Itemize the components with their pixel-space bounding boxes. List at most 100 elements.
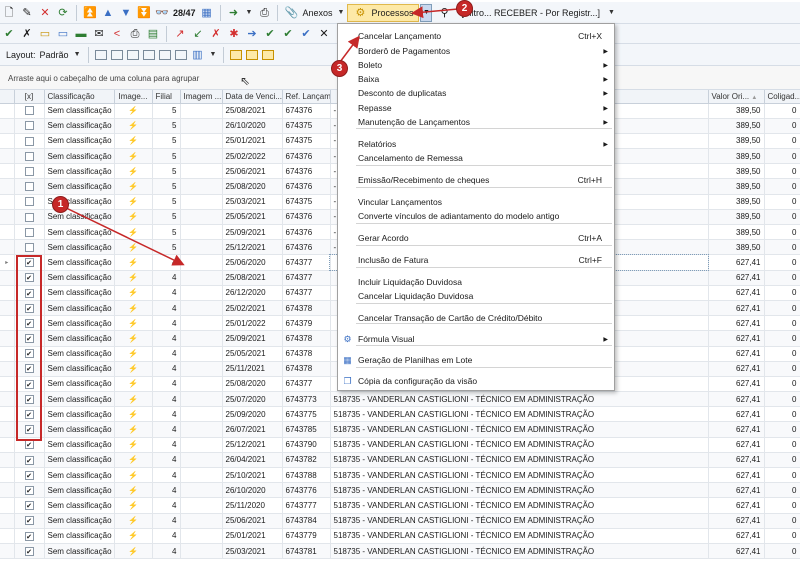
row-checkbox[interactable] bbox=[14, 133, 45, 150]
checkbox[interactable] bbox=[24, 364, 34, 374]
row-checkbox[interactable] bbox=[14, 543, 45, 560]
row-checkbox[interactable] bbox=[14, 482, 45, 499]
menu-item[interactable]: Manutenção de Lançamentos ▶ bbox=[338, 115, 614, 129]
tools-icon[interactable]: ✗ bbox=[19, 26, 35, 42]
row-checkbox[interactable] bbox=[14, 513, 45, 529]
attachment-icon[interactable]: 📎 bbox=[283, 5, 299, 21]
menu-item[interactable]: Cancelar Liquidação Duvidosa bbox=[338, 289, 614, 303]
row-checkbox[interactable] bbox=[14, 178, 45, 195]
checkbox[interactable] bbox=[24, 318, 34, 328]
checkbox[interactable] bbox=[24, 334, 34, 344]
row-checkbox[interactable] bbox=[14, 528, 45, 544]
checkbox[interactable] bbox=[24, 227, 34, 237]
filter-selector[interactable]: [Filtro... RECEBER - Por Registr...] bbox=[461, 8, 600, 18]
row-checkbox[interactable] bbox=[14, 421, 45, 438]
row-checkbox[interactable] bbox=[14, 224, 45, 241]
grid-view-icon[interactable] bbox=[174, 49, 187, 60]
checkbox[interactable] bbox=[24, 485, 34, 495]
checkbox[interactable] bbox=[24, 425, 34, 435]
panel-view-icon[interactable] bbox=[262, 49, 275, 60]
delete-icon[interactable]: ✕ bbox=[37, 5, 53, 21]
checkbox[interactable] bbox=[24, 212, 34, 222]
checkbox[interactable] bbox=[24, 151, 34, 161]
row-checkbox[interactable] bbox=[14, 285, 45, 301]
asterisk-icon[interactable]: ✱ bbox=[226, 26, 242, 42]
menu-item[interactable]: ⚙ Fórmula Visual ▶ bbox=[338, 332, 614, 346]
table-row[interactable]: Sem classificação⚡4 25/10/202167437885187… bbox=[0, 467, 800, 484]
row-checkbox[interactable] bbox=[14, 376, 45, 393]
column-header-coligada[interactable]: Coligad... bbox=[764, 90, 800, 104]
menu-item[interactable]: Vincular Lançamentos bbox=[338, 195, 614, 209]
row-checkbox[interactable] bbox=[14, 270, 45, 286]
menu-item[interactable]: Desconto de duplicatas ▶ bbox=[338, 86, 614, 100]
checkbox[interactable] bbox=[24, 546, 34, 556]
check-icon[interactable]: ✔ bbox=[262, 26, 278, 42]
new-document-icon[interactable]: 🗋 bbox=[1, 5, 17, 21]
row-checkbox[interactable] bbox=[14, 148, 45, 165]
checkbox[interactable] bbox=[24, 516, 34, 526]
calculator-icon[interactable]: ▤ bbox=[145, 26, 161, 42]
grid-view-icon[interactable] bbox=[158, 49, 171, 60]
menu-item[interactable]: ❐ Cópia da configuração da visão bbox=[338, 374, 614, 388]
checkbox[interactable] bbox=[24, 242, 34, 252]
menu-item[interactable]: ▦ Geração de Planilhas em Lote bbox=[338, 353, 614, 367]
checkbox[interactable] bbox=[24, 410, 34, 420]
row-checkbox[interactable] bbox=[14, 118, 45, 134]
column-header-check[interactable]: [x] bbox=[14, 90, 45, 104]
menu-item[interactable]: Incluir Liquidação Duvidosa bbox=[338, 275, 614, 289]
row-checkbox[interactable] bbox=[14, 437, 45, 453]
grid-view-icon[interactable] bbox=[94, 49, 107, 60]
row-checkbox[interactable] bbox=[14, 194, 45, 210]
checkbox[interactable] bbox=[24, 136, 34, 146]
chart-icon[interactable]: ▥ bbox=[190, 47, 206, 63]
checkbox[interactable] bbox=[24, 470, 34, 480]
binoculars-icon[interactable]: 👓 bbox=[154, 5, 170, 21]
cross-red-icon[interactable]: ✗ bbox=[208, 26, 224, 42]
row-checkbox[interactable] bbox=[14, 239, 45, 256]
menu-item[interactable]: Gerar Acordo Ctrl+A bbox=[338, 231, 614, 245]
arrow-green-icon[interactable]: ↙ bbox=[190, 26, 206, 42]
menu-item[interactable]: Borderô de Pagamentos ▶ bbox=[338, 44, 614, 58]
chevron-down-icon[interactable]: ▼ bbox=[246, 9, 253, 16]
chevron-down-icon[interactable]: ▼ bbox=[74, 51, 81, 58]
checkbox[interactable] bbox=[24, 182, 34, 192]
chevron-down-icon[interactable]: ▼ bbox=[608, 9, 615, 16]
column-header-classificacao[interactable]: Classificação bbox=[44, 90, 115, 104]
grid-view-icon[interactable] bbox=[110, 49, 123, 60]
processos-dropdown-arrow[interactable]: ▼ bbox=[420, 3, 433, 22]
row-checkbox[interactable] bbox=[14, 209, 45, 226]
grid-view-icon[interactable] bbox=[126, 49, 139, 60]
check-icon[interactable]: ✔ bbox=[298, 26, 314, 42]
table-row[interactable]: Sem classificação⚡4 25/09/202067437755187… bbox=[0, 406, 800, 423]
checkbox[interactable] bbox=[24, 349, 34, 359]
menu-item[interactable]: Boleto ▶ bbox=[338, 58, 614, 72]
column-header-filial[interactable]: Filial bbox=[152, 90, 181, 104]
checkbox[interactable] bbox=[24, 288, 34, 298]
checkbox[interactable] bbox=[24, 258, 34, 268]
panel-view-icon[interactable] bbox=[230, 49, 243, 60]
menu-item[interactable]: Repasse ▶ bbox=[338, 101, 614, 115]
checkbox[interactable] bbox=[24, 106, 34, 116]
row-checkbox[interactable] bbox=[14, 163, 45, 180]
row-checkbox[interactable] bbox=[14, 103, 45, 119]
panel-view-icon[interactable] bbox=[246, 49, 259, 60]
row-checkbox[interactable] bbox=[14, 467, 45, 484]
menu-item[interactable]: Baixa ▶ bbox=[338, 72, 614, 86]
checkbox[interactable] bbox=[24, 394, 34, 404]
calendar-icon[interactable]: ▦ bbox=[199, 5, 215, 21]
close-icon[interactable]: ✕ bbox=[316, 26, 332, 42]
column-header-imagem2[interactable]: Imagem ... bbox=[180, 90, 223, 104]
row-checkbox[interactable] bbox=[14, 315, 45, 332]
column-header-data-vencimento[interactable]: Data de Venci... bbox=[222, 90, 283, 104]
row-checkbox[interactable] bbox=[14, 330, 45, 347]
check-icon[interactable]: ✔ bbox=[1, 26, 17, 42]
last-record-icon[interactable]: ⏬ bbox=[136, 5, 152, 21]
arrow-up-red-icon[interactable]: ↗ bbox=[172, 26, 188, 42]
menu-item[interactable]: Inclusão de Fatura Ctrl+F bbox=[338, 253, 614, 267]
menu-item[interactable]: Relatórios ▶ bbox=[338, 137, 614, 151]
table-row[interactable]: Sem classificação⚡4 25/06/202167437845187… bbox=[0, 513, 800, 529]
print-icon[interactable]: ⎙ bbox=[256, 5, 272, 21]
column-header-imagem[interactable]: Image... bbox=[114, 90, 153, 104]
grid-view-icon[interactable] bbox=[142, 49, 155, 60]
share-icon[interactable]: < bbox=[109, 26, 125, 42]
